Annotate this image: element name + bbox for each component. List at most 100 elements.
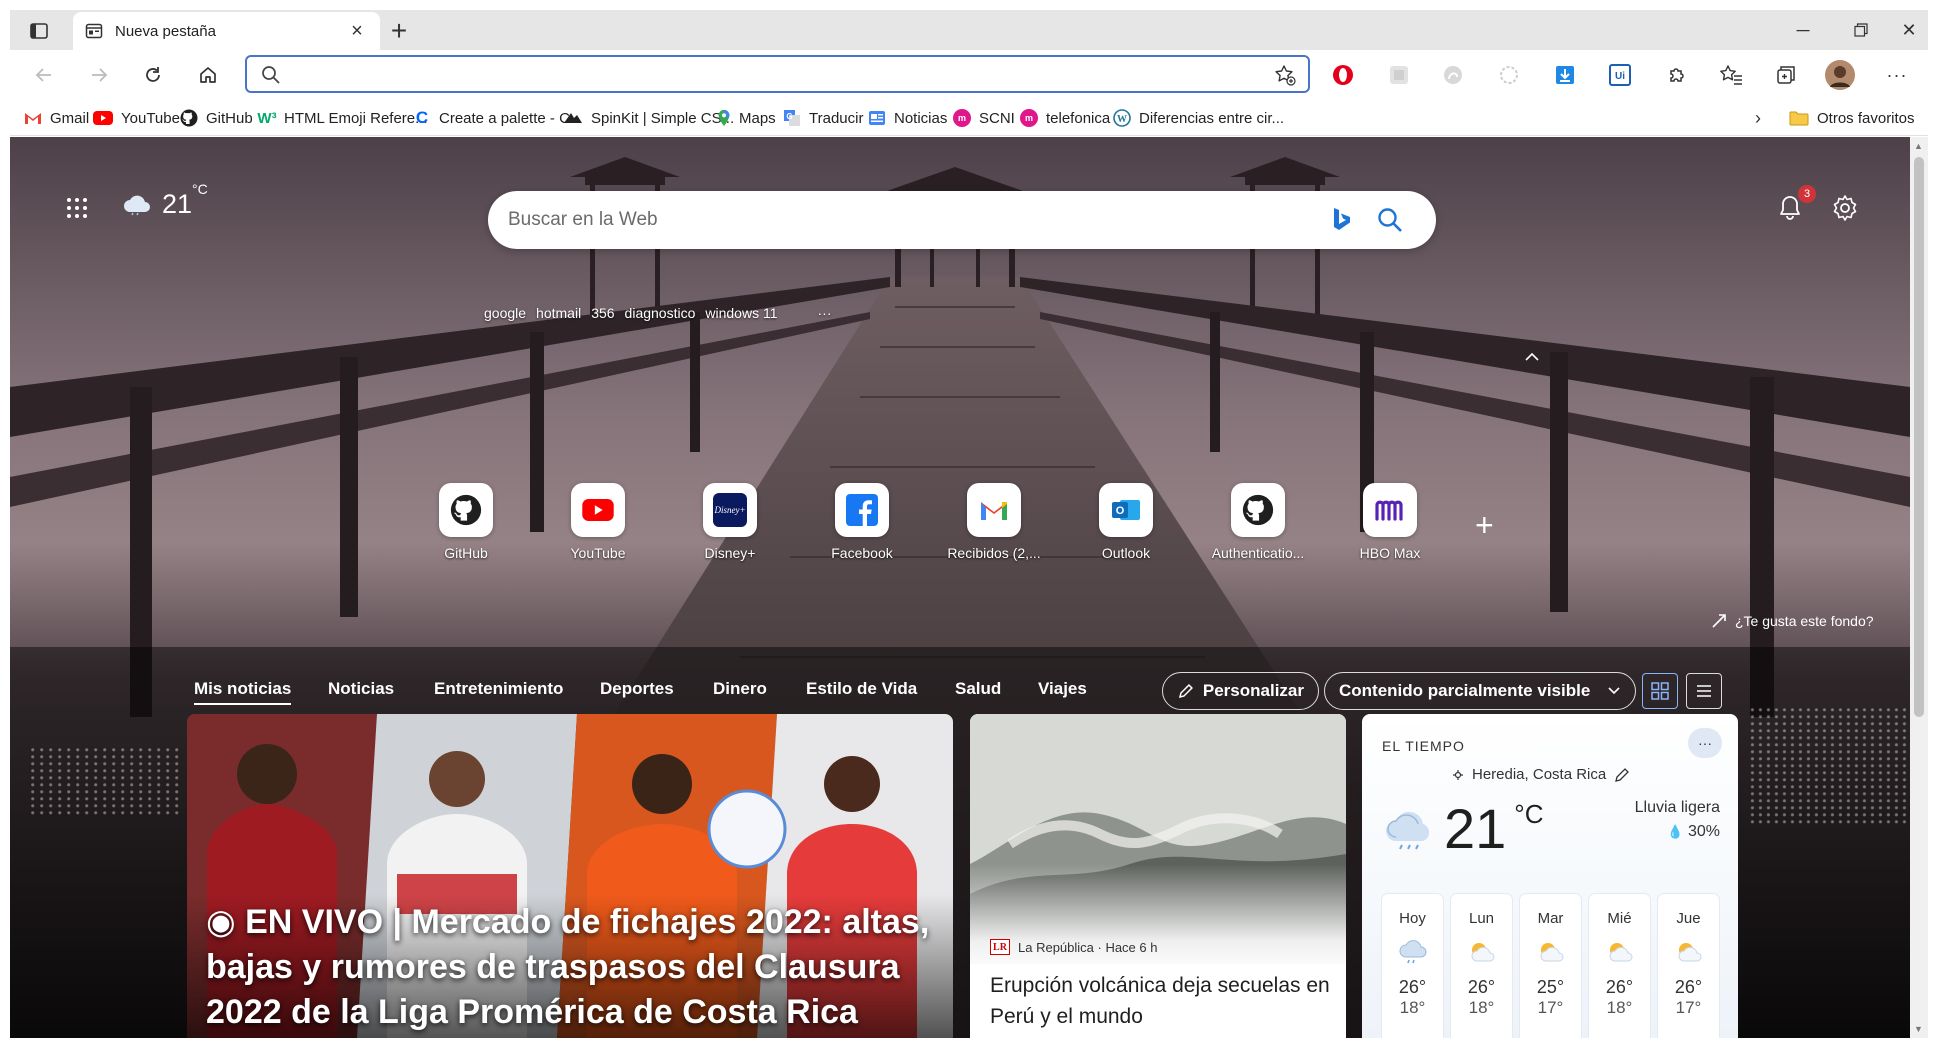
trending-item[interactable]: hotmail: [536, 305, 581, 321]
download-extension-icon[interactable]: [1552, 62, 1578, 88]
quicklink-authentication[interactable]: Authenticatio...: [1192, 483, 1324, 561]
forecast-day[interactable]: Jue 26° 17°: [1658, 894, 1719, 1038]
bookmark-gmail[interactable]: Gmail: [24, 106, 89, 130]
forecast-day[interactable]: Lun 26° 18°: [1451, 894, 1512, 1038]
web-search-box[interactable]: [488, 191, 1436, 249]
weather-card[interactable]: EL TIEMPO ··· Heredia, Costa Rica 21 °C …: [1362, 714, 1738, 1038]
refresh-button[interactable]: [135, 58, 171, 92]
trending-item[interactable]: 356: [591, 305, 614, 321]
profile-avatar[interactable]: [1824, 59, 1856, 91]
search-submit-icon[interactable]: [1375, 205, 1405, 235]
add-favorite-icon[interactable]: [1274, 64, 1296, 86]
bookmark-github[interactable]: GitHub: [180, 106, 253, 130]
nav-mis-noticias[interactable]: Mis noticias: [194, 679, 292, 705]
news-card[interactable]: LR La República · Hace 6 h Erupción volc…: [970, 714, 1346, 1038]
collections-icon[interactable]: [1773, 62, 1799, 88]
home-button[interactable]: [190, 58, 226, 92]
nav-salud[interactable]: Salud: [955, 679, 1001, 699]
like-background-link[interactable]: ¿Te gusta este fondo?: [1711, 613, 1874, 629]
nav-noticias[interactable]: Noticias: [328, 679, 394, 699]
minimize-button[interactable]: ─: [1774, 10, 1832, 50]
bing-icon[interactable]: [1332, 207, 1352, 233]
hero-news-card[interactable]: ◉ EN VIVO | Mercado de fichajes 2022: al…: [187, 714, 953, 1038]
back-button[interactable]: [26, 58, 62, 92]
facebook-icon: [846, 494, 878, 526]
bookmark-spinkit[interactable]: SpinKit | Simple CS...: [563, 106, 734, 130]
maximize-button[interactable]: [1832, 10, 1890, 50]
tab-actions-button[interactable]: [26, 18, 52, 44]
opera-extension-icon[interactable]: [1330, 62, 1356, 88]
folder-icon: [1789, 111, 1809, 126]
extension-dashed-icon[interactable]: [1496, 62, 1522, 88]
add-quicklink-button[interactable]: +: [1475, 507, 1494, 544]
quicklink-youtube[interactable]: YouTube: [532, 483, 664, 561]
bookmark-noticias[interactable]: Noticias: [868, 106, 947, 130]
apps-grid-icon[interactable]: [62, 193, 92, 223]
nav-viajes[interactable]: Viajes: [1038, 679, 1087, 699]
gear-icon[interactable]: [1830, 193, 1860, 223]
personalize-button[interactable]: Personalizar: [1162, 672, 1319, 710]
nav-deportes[interactable]: Deportes: [600, 679, 674, 699]
extension-swirl-icon[interactable]: [1440, 62, 1466, 88]
nav-estilo-de-vida[interactable]: Estilo de Vida: [806, 679, 917, 699]
weather-mini[interactable]: 21°C: [122, 181, 208, 220]
trending-more-button[interactable]: ···: [818, 305, 832, 321]
weather-forecast: Hoy 26° 18° Lun 26° 18° Mar 25° 17° Mié …: [1382, 894, 1719, 1038]
address-bar[interactable]: [245, 55, 1310, 93]
forecast-day[interactable]: Mar 25° 17°: [1520, 894, 1581, 1038]
bookmark-diferencias[interactable]: W Diferencias entre cir...: [1113, 106, 1284, 130]
bookmark-youtube[interactable]: YouTube: [93, 106, 180, 130]
extensions-puzzle-icon[interactable]: [1664, 62, 1690, 88]
nav-dinero[interactable]: Dinero: [713, 679, 767, 699]
bookmark-scni[interactable]: m SCNI: [953, 106, 1015, 130]
weather-condition-text: Lluvia ligera: [1634, 799, 1720, 816]
weather-location[interactable]: Heredia, Costa Rica: [1452, 766, 1630, 783]
new-tab-button[interactable]: +: [384, 16, 414, 46]
quick-links: GitHub YouTube Disney+ Disney+ Facebook …: [400, 483, 1456, 561]
scroll-up-arrow-icon[interactable]: ▲: [1914, 141, 1923, 151]
more-menu-button[interactable]: ···: [1884, 62, 1910, 88]
news-icon: [869, 111, 885, 125]
close-window-button[interactable]: ✕: [1890, 10, 1928, 50]
page-scrollbar[interactable]: ▲ ▼: [1910, 137, 1928, 1038]
quicklink-hbomax[interactable]: HBO Max: [1324, 483, 1456, 561]
bookmark-palette[interactable]: C Create a palette - C...: [413, 106, 583, 130]
forecast-day[interactable]: Mié 26° 18°: [1589, 894, 1650, 1038]
address-input[interactable]: [295, 61, 1195, 87]
bookmark-maps[interactable]: Maps: [717, 106, 776, 130]
nav-entretenimiento[interactable]: Entretenimiento: [434, 679, 563, 699]
bookmark-telefonica[interactable]: m telefonica: [1020, 106, 1110, 130]
content-visibility-dropdown[interactable]: Contenido parcialmente visible: [1324, 672, 1636, 710]
collapse-quicklinks-button[interactable]: [1524, 349, 1540, 367]
uipath-extension-icon[interactable]: Ui: [1607, 62, 1633, 88]
active-tab[interactable]: Nueva pestaña ×: [73, 12, 380, 50]
scrollbar-thumb[interactable]: [1914, 157, 1924, 717]
quicklink-github[interactable]: GitHub: [400, 483, 532, 561]
news-card-title[interactable]: Erupción volcánica deja secuelas en Perú…: [990, 970, 1330, 1032]
quicklink-gmail[interactable]: Recibidos (2,...: [928, 483, 1060, 561]
web-search-input[interactable]: [508, 205, 1288, 235]
tab-close-button[interactable]: ×: [346, 20, 368, 42]
other-favorites-folder[interactable]: Otros favoritos: [1789, 106, 1915, 130]
grid-view-button[interactable]: [1642, 673, 1678, 709]
list-view-button[interactable]: [1686, 673, 1722, 709]
weather-more-button[interactable]: ···: [1688, 728, 1722, 758]
hero-headline[interactable]: ◉ EN VIVO | Mercado de fichajes 2022: al…: [206, 900, 946, 1035]
edit-icon[interactable]: [1614, 767, 1630, 783]
bookmark-translate[interactable]: G Traducir: [783, 106, 863, 130]
forecast-day[interactable]: Hoy 26° 18°: [1382, 894, 1443, 1038]
quicklink-outlook[interactable]: O Outlook: [1060, 483, 1192, 561]
extension-grey-icon[interactable]: [1386, 62, 1412, 88]
quicklink-tile: [1363, 483, 1417, 537]
quicklink-facebook[interactable]: Facebook: [796, 483, 928, 561]
weather-current-temp: 21: [1444, 797, 1507, 860]
bookmarks-overflow-button[interactable]: ›: [1755, 106, 1761, 130]
trending-item[interactable]: windows 11: [705, 305, 777, 321]
scroll-down-arrow-icon[interactable]: ▼: [1914, 1024, 1923, 1034]
bookmark-html-emoji[interactable]: W³ HTML Emoji Refere...: [257, 106, 427, 130]
forward-button[interactable]: [81, 58, 117, 92]
favorites-icon[interactable]: [1718, 62, 1744, 88]
trending-item[interactable]: google: [484, 305, 526, 321]
quicklink-disney[interactable]: Disney+ Disney+: [664, 483, 796, 561]
trending-item[interactable]: diagnostico: [625, 305, 696, 321]
